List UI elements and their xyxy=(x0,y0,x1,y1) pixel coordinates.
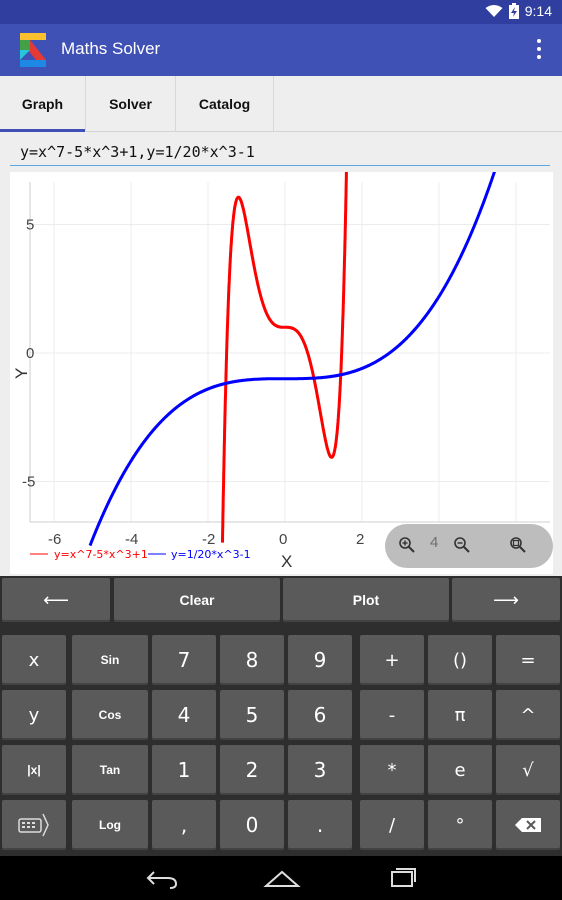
y-key[interactable]: y xyxy=(2,690,66,740)
keyboard-toggle-key[interactable] xyxy=(2,800,66,850)
series-line xyxy=(88,172,496,547)
abs-key[interactable]: |x| xyxy=(2,745,66,795)
plot-key[interactable]: Plot xyxy=(283,578,449,622)
zoom-in-icon xyxy=(399,537,415,553)
eight-key[interactable]: 8 xyxy=(220,635,284,685)
multiply-key[interactable]: * xyxy=(360,745,424,795)
legend-label-red: y=x^7-5*x^3+1 xyxy=(54,548,148,561)
y-tick-label: -5 xyxy=(22,474,35,491)
clear-key[interactable]: Clear xyxy=(114,578,280,622)
x-tick-label: 2 xyxy=(356,531,364,548)
wifi-icon xyxy=(485,5,503,17)
status-time: 9:14 xyxy=(524,3,552,19)
tab-bar: Graph Solver Catalog xyxy=(0,76,562,132)
comma-key[interactable]: , xyxy=(152,800,216,850)
divide-key[interactable]: / xyxy=(360,800,424,850)
app-logo-icon xyxy=(20,33,46,67)
x-key[interactable]: x xyxy=(2,635,66,685)
four-key[interactable]: 4 xyxy=(152,690,216,740)
backspace-icon xyxy=(515,818,541,832)
e-key[interactable]: e xyxy=(428,745,492,795)
zoom-reset-button[interactable] xyxy=(505,532,531,558)
tab-graph-label: Graph xyxy=(21,96,64,112)
cos-key[interactable]: Cos xyxy=(72,690,148,740)
x-tick-label: -4 xyxy=(125,531,138,548)
overflow-menu-icon[interactable] xyxy=(534,37,544,61)
graph-card[interactable]: -6 -4 -2 0 2 5 0 -5 X Y y=x^7-5*x^3+1 y=1/20*x^… xyxy=(10,172,553,574)
six-key[interactable]: 6 xyxy=(288,690,352,740)
x-tick-label: -2 xyxy=(202,531,215,548)
tab-catalog-label: Catalog xyxy=(198,96,251,112)
tan-key[interactable]: Tan xyxy=(72,745,148,795)
power-key[interactable]: ^ xyxy=(496,690,560,740)
y-axis-label: Y xyxy=(12,368,31,379)
equals-key[interactable]: = xyxy=(496,635,560,685)
zoom-out-button[interactable] xyxy=(449,532,475,558)
legend: y=x^7-5*x^3+1 y=1/20*x^3-1 xyxy=(30,548,251,561)
decimal-key[interactable]: . xyxy=(288,800,352,850)
sin-key[interactable]: Sin xyxy=(72,635,148,685)
function-plot[interactable]: -6 -4 -2 0 2 5 0 -5 X Y y=x^7-5*x^3+1 y=1/20*x^… xyxy=(10,172,553,574)
tab-solver[interactable]: Solver xyxy=(86,76,176,132)
y-tick-label: 5 xyxy=(26,217,34,234)
recent-apps-icon[interactable] xyxy=(382,866,422,890)
zoom-in-button[interactable] xyxy=(394,532,420,558)
nine-key[interactable]: 9 xyxy=(288,635,352,685)
two-key[interactable]: 2 xyxy=(220,745,284,795)
zero-key[interactable]: 0 xyxy=(220,800,284,850)
tab-graph[interactable]: Graph xyxy=(0,76,86,132)
navigation-bar xyxy=(0,856,562,900)
y-tick-label: 0 xyxy=(26,345,34,362)
sqrt-key[interactable]: √ xyxy=(496,745,560,795)
seven-key[interactable]: 7 xyxy=(152,635,216,685)
battery-charging-icon xyxy=(508,3,519,19)
pi-key[interactable]: π xyxy=(428,690,492,740)
zoom-reset-icon xyxy=(510,537,526,553)
keyboard-toggle-icon xyxy=(18,813,49,837)
app-title: Maths Solver xyxy=(61,39,161,58)
math-keyboard: ⟵ Clear Plot ⟶ x Sin 7 8 9 +() = y Cos 4 5 6- π ^ |x| Tan 1 2… xyxy=(0,576,562,856)
zoom-controls: 4 xyxy=(385,524,553,568)
minus-key[interactable]: - xyxy=(360,690,424,740)
graph-page: -6 -4 -2 0 2 5 0 -5 X Y y=x^7-5*x^3+1 y=1/20*x^… xyxy=(0,132,562,576)
degree-key[interactable]: ° xyxy=(428,800,492,850)
app-bar: Maths Solver xyxy=(0,24,562,76)
tab-solver-label: Solver xyxy=(109,96,152,112)
cursor-right-key[interactable]: ⟶ xyxy=(452,578,560,622)
x-tick-label: -6 xyxy=(48,531,61,548)
three-key[interactable]: 3 xyxy=(288,745,352,795)
tab-catalog[interactable]: Catalog xyxy=(176,76,274,132)
legend-label-blue: y=1/20*x^3-1 xyxy=(171,548,251,561)
x-tick-label: 0 xyxy=(279,531,287,548)
expression-input[interactable] xyxy=(10,138,550,166)
x-axis-label: X xyxy=(281,552,292,571)
back-icon[interactable] xyxy=(142,866,182,890)
log-key[interactable]: Log xyxy=(72,800,148,850)
status-icons: 9:14 xyxy=(485,3,552,19)
backspace-key[interactable] xyxy=(496,800,560,850)
home-icon[interactable] xyxy=(262,866,302,890)
zoom-out-icon xyxy=(454,537,470,553)
plus-key[interactable]: + xyxy=(360,635,424,685)
zoom-level: 4 xyxy=(430,534,439,551)
five-key[interactable]: 5 xyxy=(220,690,284,740)
parentheses-key[interactable]: () xyxy=(428,635,492,685)
status-bar: 9:14 xyxy=(0,0,562,24)
one-key[interactable]: 1 xyxy=(152,745,216,795)
cursor-left-key[interactable]: ⟵ xyxy=(2,578,110,622)
